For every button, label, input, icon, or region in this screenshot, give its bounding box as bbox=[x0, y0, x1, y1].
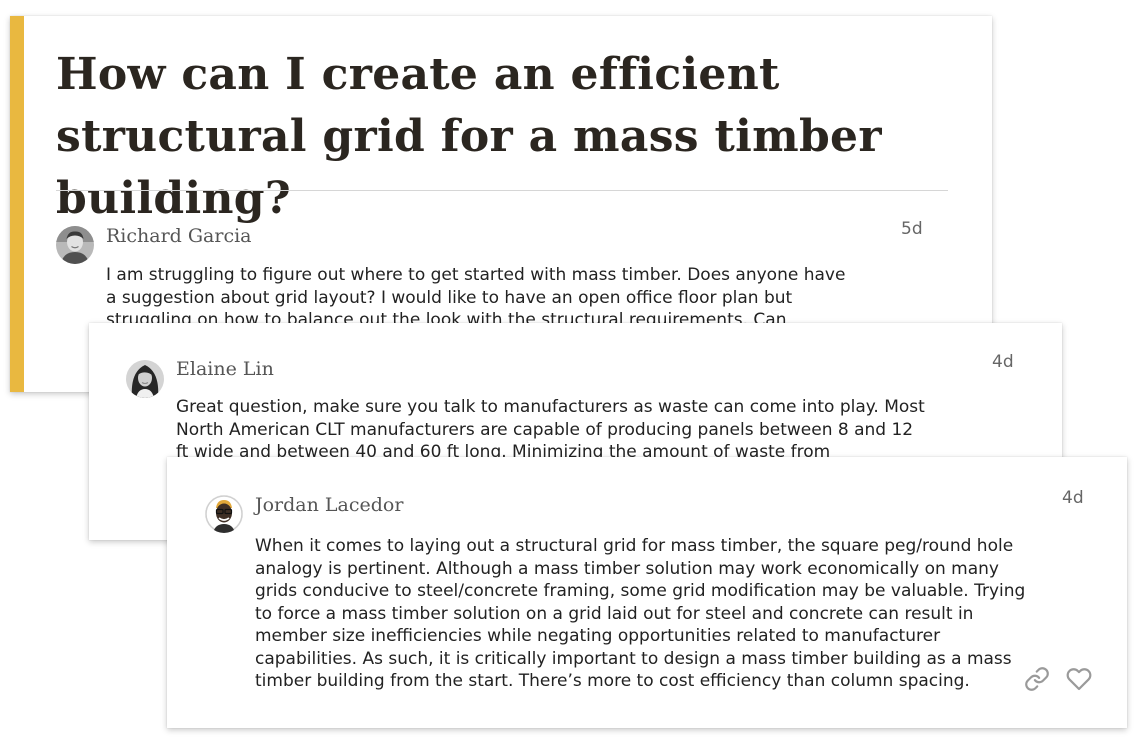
author-name[interactable]: Richard Garcia bbox=[106, 225, 252, 247]
post-actions bbox=[1024, 666, 1092, 692]
author-name[interactable]: Elaine Lin bbox=[176, 358, 274, 380]
post-age: 5d bbox=[901, 219, 923, 239]
heart-icon[interactable] bbox=[1066, 666, 1092, 692]
link-icon[interactable] bbox=[1024, 666, 1050, 692]
question-title: How can I create an efficient structural… bbox=[56, 49, 882, 224]
post-body: Great question, make sure you talk to ma… bbox=[176, 397, 925, 462]
avatar[interactable] bbox=[126, 360, 164, 398]
author-name[interactable]: Jordan Lacedor bbox=[255, 494, 403, 516]
post-age: 4d bbox=[992, 352, 1014, 372]
post-body: When it comes to laying out a structural… bbox=[255, 536, 1026, 691]
accent-bar bbox=[10, 16, 24, 392]
avatar[interactable] bbox=[205, 495, 243, 533]
reply-card: Jordan Lacedor 4d When it comes to layin… bbox=[167, 457, 1127, 728]
divider bbox=[56, 190, 948, 191]
avatar[interactable] bbox=[56, 226, 94, 264]
post-age: 4d bbox=[1062, 488, 1084, 508]
post-body: I am struggling to figure out where to g… bbox=[106, 265, 846, 330]
